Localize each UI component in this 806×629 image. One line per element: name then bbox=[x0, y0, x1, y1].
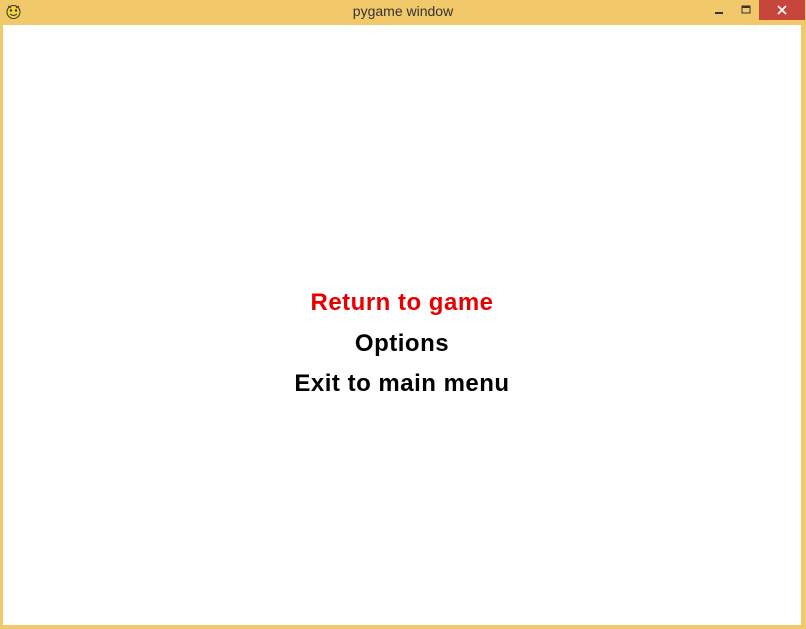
close-button[interactable] bbox=[759, 0, 805, 20]
window-title: pygame window bbox=[352, 3, 454, 19]
game-canvas[interactable]: Return to game Options Exit to main menu bbox=[3, 25, 801, 625]
pygame-window: pygame window Return to game Options Exi… bbox=[0, 0, 806, 629]
maximize-icon bbox=[741, 5, 750, 14]
minimize-icon bbox=[714, 12, 723, 14]
close-icon bbox=[777, 5, 787, 15]
menu-item-options[interactable]: Options bbox=[3, 330, 801, 358]
maximize-button[interactable] bbox=[732, 0, 759, 20]
title-bar[interactable]: pygame window bbox=[0, 0, 806, 24]
menu-item-return-to-game[interactable]: Return to game bbox=[3, 289, 801, 317]
minimize-button[interactable] bbox=[705, 0, 732, 20]
menu-item-exit-to-main-menu[interactable]: Exit to main menu bbox=[3, 370, 801, 398]
